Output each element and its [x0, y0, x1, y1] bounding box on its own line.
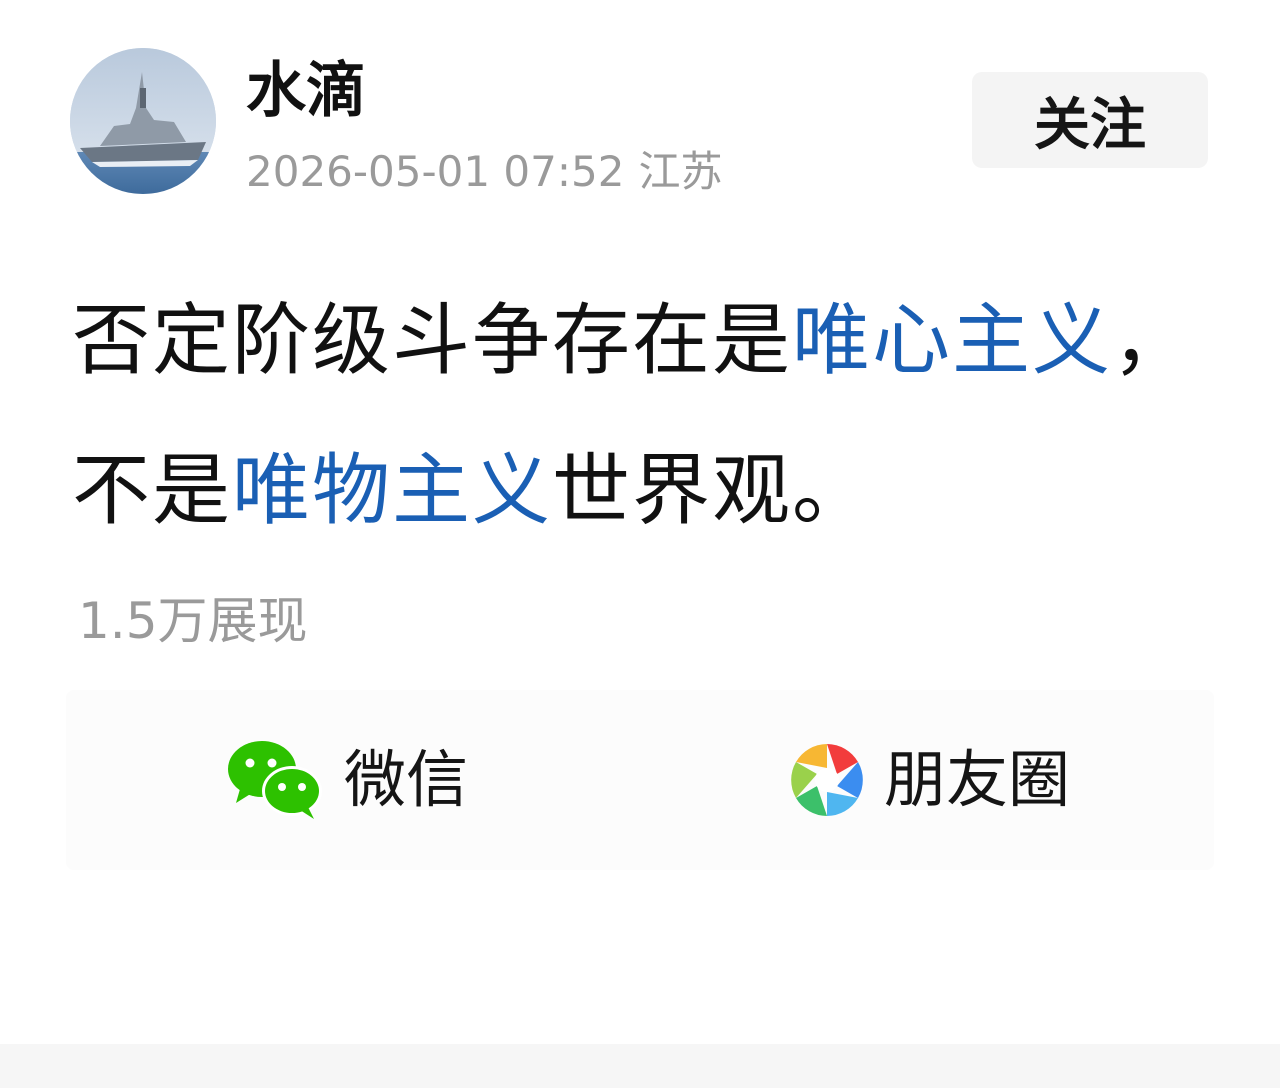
share-moments-button[interactable]: 朋友圈	[788, 690, 1070, 870]
view-count: 1.5万展现	[78, 592, 308, 650]
author-avatar[interactable]	[70, 48, 216, 194]
post-date: 2026-05-01 07:52	[246, 147, 625, 196]
topic-link[interactable]: 唯物主义	[232, 446, 552, 536]
post-header: 水滴 2026-05-01 07:52 江苏 关注	[0, 0, 1280, 220]
share-wechat-button[interactable]: 微信	[226, 690, 468, 870]
warship-avatar-icon	[70, 48, 216, 194]
post-text: 世界观。	[552, 446, 873, 536]
post-location: 江苏	[638, 147, 723, 196]
post-content: 否定阶级斗争存在是唯心主义，不是唯物主义世界观。	[72, 266, 1202, 566]
bottom-bar	[0, 1044, 1280, 1088]
wechat-icon	[228, 741, 322, 819]
moments-icon	[791, 744, 863, 816]
share-wechat-label: 微信	[344, 743, 469, 816]
post-meta: 2026-05-01 07:52 江苏	[246, 146, 723, 198]
post-text: 否定阶级斗争存在是	[72, 296, 793, 386]
topic-link[interactable]: 唯心主义	[792, 296, 1112, 386]
author-name[interactable]: 水滴	[246, 56, 366, 126]
share-moments-label: 朋友圈	[884, 743, 1071, 816]
follow-button[interactable]: 关注	[972, 72, 1208, 168]
share-bar: 微信 朋友圈	[66, 690, 1214, 870]
